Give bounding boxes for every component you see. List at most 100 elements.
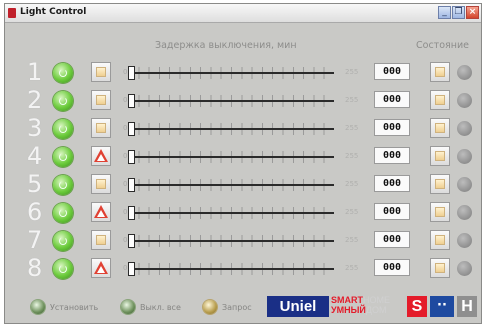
light-control-window: Light Control _ ❐ × Задержка выключения,… bbox=[4, 3, 482, 324]
channel-row: 8 0 255 000 bbox=[5, 254, 483, 282]
state-indicator bbox=[457, 205, 472, 220]
restore-button[interactable]: ❐ bbox=[452, 6, 465, 19]
lamp-icon bbox=[435, 207, 445, 217]
all-off-button[interactable]: Выкл. все bbox=[121, 300, 181, 314]
lamp-button[interactable] bbox=[91, 118, 111, 138]
slider-min-label: 0 bbox=[123, 152, 128, 160]
lamp-icon bbox=[435, 179, 445, 189]
home-text: HOME bbox=[363, 295, 390, 305]
state-indicator bbox=[457, 121, 472, 136]
delay-slider-thumb[interactable] bbox=[128, 262, 135, 276]
all-off-label: Выкл. все bbox=[140, 302, 181, 312]
s-logo: S bbox=[407, 296, 427, 317]
lamp-icon bbox=[435, 235, 445, 245]
delay-value-field[interactable]: 000 bbox=[374, 147, 410, 164]
state-lamp-button[interactable] bbox=[430, 202, 450, 222]
lamp-icon bbox=[435, 151, 445, 161]
slider-min-label: 0 bbox=[123, 96, 128, 104]
delay-slider-track[interactable] bbox=[128, 128, 334, 130]
delay-slider-track[interactable] bbox=[128, 156, 334, 158]
state-lamp-button[interactable] bbox=[430, 118, 450, 138]
delay-slider-track[interactable] bbox=[128, 240, 334, 242]
channel-number: 4 bbox=[27, 142, 43, 170]
delay-slider-thumb[interactable] bbox=[128, 178, 135, 192]
warning-icon-inner bbox=[97, 266, 105, 273]
channel-row: 2 0 255 000 bbox=[5, 86, 483, 114]
delay-slider-track[interactable] bbox=[128, 268, 334, 270]
channel-row: 6 0 255 000 bbox=[5, 198, 483, 226]
delay-value-field[interactable]: 000 bbox=[374, 91, 410, 108]
lamp-button[interactable] bbox=[91, 90, 111, 110]
lamp-icon bbox=[435, 95, 445, 105]
title-bar: Light Control _ ❐ × bbox=[5, 4, 481, 23]
delay-value-field[interactable]: 000 bbox=[374, 231, 410, 248]
delay-value-field[interactable]: 000 bbox=[374, 259, 410, 276]
h-logo: H bbox=[457, 296, 477, 317]
lamp-icon bbox=[96, 179, 106, 189]
smart-home-logo: SMARTHOME УМНЫЙДОМ bbox=[331, 295, 390, 315]
state-lamp-button[interactable] bbox=[430, 174, 450, 194]
state-lamp-button[interactable] bbox=[430, 230, 450, 250]
channel-number: 7 bbox=[27, 226, 43, 254]
set-button[interactable]: Установить bbox=[31, 300, 98, 314]
delay-slider-track[interactable] bbox=[128, 72, 334, 74]
delay-slider-thumb[interactable] bbox=[128, 66, 135, 80]
power-button[interactable] bbox=[53, 259, 73, 279]
channel-number: 8 bbox=[27, 254, 43, 282]
delay-value-field[interactable]: 000 bbox=[374, 119, 410, 136]
delay-slider-track[interactable] bbox=[128, 212, 334, 214]
state-header: Состояние bbox=[416, 40, 469, 51]
slider-max-label: 255 bbox=[345, 124, 359, 132]
delay-value-field[interactable]: 000 bbox=[374, 63, 410, 80]
power-button[interactable] bbox=[53, 91, 73, 111]
channel-number: 3 bbox=[27, 114, 43, 142]
power-button[interactable] bbox=[53, 203, 73, 223]
channel-row: 5 0 255 000 bbox=[5, 170, 483, 198]
state-lamp-button[interactable] bbox=[430, 90, 450, 110]
alert-button[interactable] bbox=[91, 258, 111, 278]
alert-button[interactable] bbox=[91, 202, 111, 222]
lamp-button[interactable] bbox=[91, 230, 111, 250]
channel-row: 4 0 255 000 bbox=[5, 142, 483, 170]
power-button[interactable] bbox=[53, 231, 73, 251]
delay-slider-thumb[interactable] bbox=[128, 234, 135, 248]
channel-row: 7 0 255 000 bbox=[5, 226, 483, 254]
lamp-icon bbox=[96, 123, 106, 133]
slider-min-label: 0 bbox=[123, 208, 128, 216]
lamp-icon bbox=[96, 235, 106, 245]
request-button[interactable]: Запрос bbox=[203, 300, 252, 314]
alert-button[interactable] bbox=[91, 146, 111, 166]
delay-slider-track[interactable] bbox=[128, 184, 334, 186]
slider-min-label: 0 bbox=[123, 124, 128, 132]
power-button[interactable] bbox=[53, 175, 73, 195]
close-button[interactable]: × bbox=[466, 6, 479, 19]
delay-slider-thumb[interactable] bbox=[128, 150, 135, 164]
channel-number: 1 bbox=[27, 58, 43, 86]
power-button[interactable] bbox=[53, 63, 73, 83]
warning-icon-inner bbox=[97, 210, 105, 217]
delay-value-field[interactable]: 000 bbox=[374, 203, 410, 220]
slider-max-label: 255 bbox=[345, 208, 359, 216]
state-lamp-button[interactable] bbox=[430, 62, 450, 82]
state-lamp-button[interactable] bbox=[430, 146, 450, 166]
power-button[interactable] bbox=[53, 147, 73, 167]
delay-slider-thumb[interactable] bbox=[128, 122, 135, 136]
lamp-button[interactable] bbox=[91, 174, 111, 194]
minimize-button[interactable]: _ bbox=[438, 6, 451, 19]
all-off-icon bbox=[121, 300, 135, 314]
lamp-button[interactable] bbox=[91, 62, 111, 82]
dom-text: ДОМ bbox=[365, 305, 387, 315]
delay-slider-thumb[interactable] bbox=[128, 94, 135, 108]
dots-logo: ·· bbox=[430, 296, 454, 317]
power-button[interactable] bbox=[53, 119, 73, 139]
delay-slider-track[interactable] bbox=[128, 100, 334, 102]
slider-max-label: 255 bbox=[345, 236, 359, 244]
state-indicator bbox=[457, 65, 472, 80]
state-indicator bbox=[457, 261, 472, 276]
state-lamp-button[interactable] bbox=[430, 258, 450, 278]
uniel-logo: Uniel bbox=[267, 296, 329, 317]
channel-row: 1 0 255 000 bbox=[5, 58, 483, 86]
delay-slider-thumb[interactable] bbox=[128, 206, 135, 220]
delay-value-field[interactable]: 000 bbox=[374, 175, 410, 192]
channel-number: 6 bbox=[27, 198, 43, 226]
